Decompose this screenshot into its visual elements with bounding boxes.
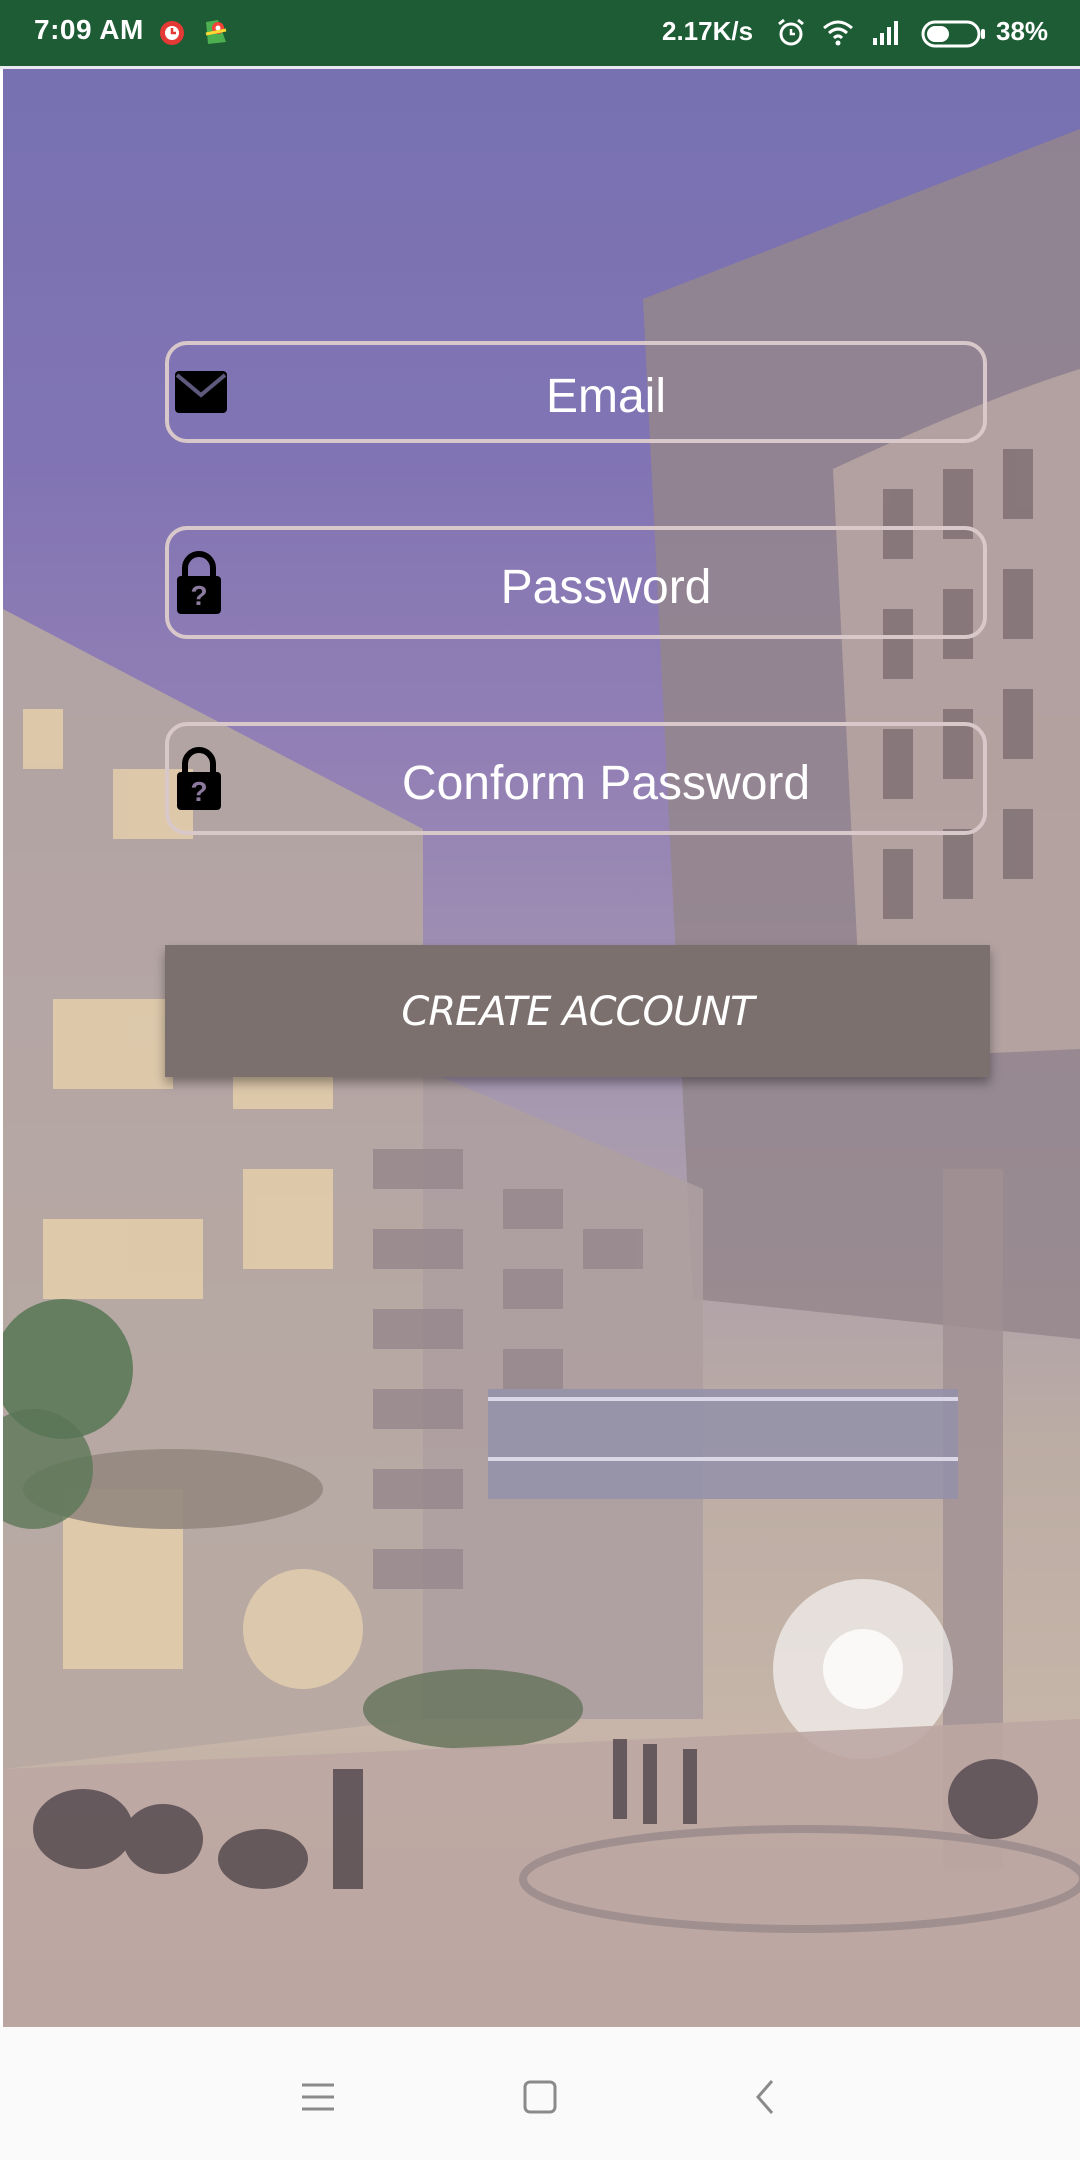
signal-icon xyxy=(873,21,898,45)
battery-icon xyxy=(921,20,985,48)
password-placeholder: Password xyxy=(500,561,712,614)
status-bar: 7:09 AM 2.17K/s 38% xyxy=(0,0,1080,66)
home-icon[interactable] xyxy=(510,2067,570,2127)
password-field[interactable]: ? Password xyxy=(165,526,987,639)
svg-text:?: ? xyxy=(190,776,207,807)
email-placeholder: Email xyxy=(545,370,667,423)
network-speed: 2.17K/s xyxy=(662,16,754,46)
lock-question-icon: ? xyxy=(177,747,221,810)
svg-text:?: ? xyxy=(190,580,207,611)
menu-icon[interactable] xyxy=(288,2067,348,2127)
alarm-clock-icon xyxy=(778,18,804,46)
confirm-password-field[interactable]: ? Conform Password xyxy=(165,722,987,835)
navigation-bar xyxy=(0,2027,1080,2160)
envelope-icon xyxy=(175,371,227,413)
create-account-button[interactable]: CREATE ACCOUNT xyxy=(165,945,990,1077)
maps-icon xyxy=(205,20,227,44)
back-icon[interactable] xyxy=(736,2067,796,2127)
wifi-icon xyxy=(823,20,853,46)
battery-percent: 38% xyxy=(996,16,1049,46)
lock-question-icon: ? xyxy=(177,551,221,614)
status-time: 7:09 AM xyxy=(34,14,144,45)
email-field[interactable]: Email xyxy=(165,341,987,443)
create-account-label: CREATE ACCOUNT xyxy=(401,989,754,1035)
confirm-password-placeholder: Conform Password xyxy=(401,757,811,810)
alarm-app-icon xyxy=(160,21,184,45)
